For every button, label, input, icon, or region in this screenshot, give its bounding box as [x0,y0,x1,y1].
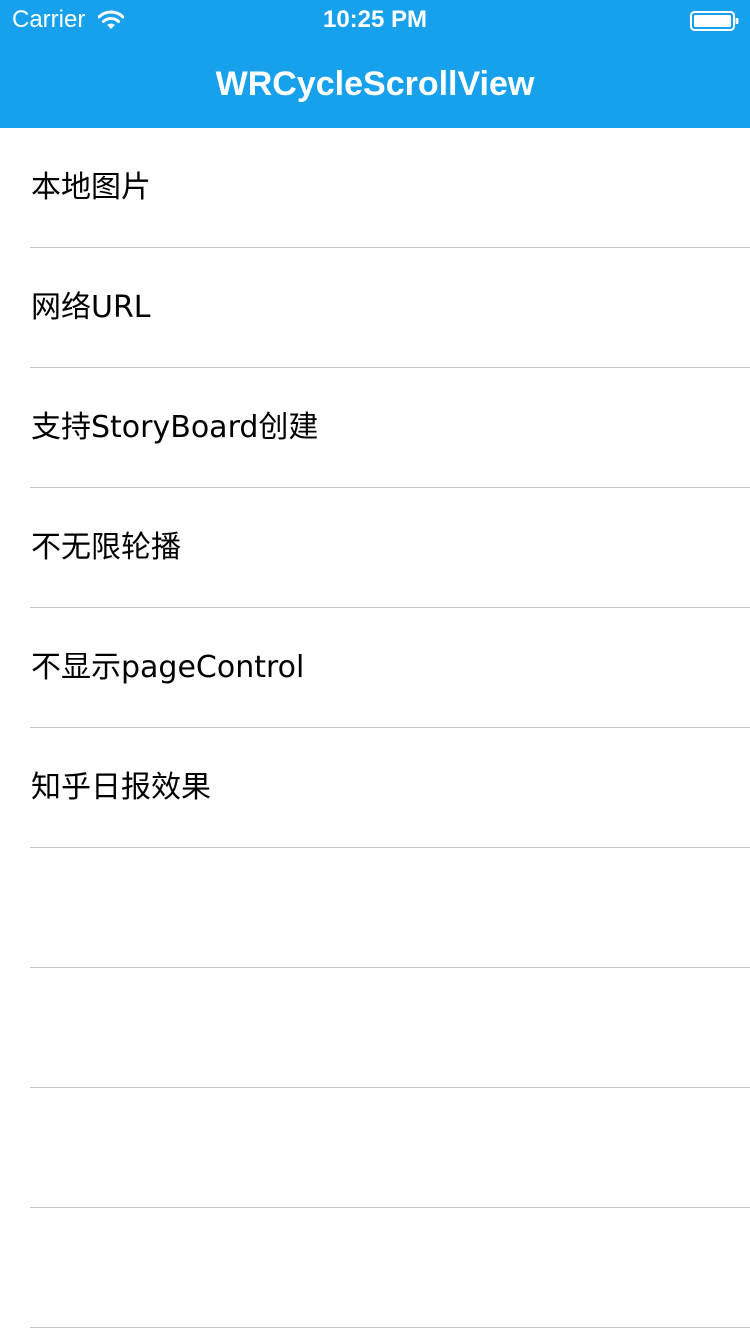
list-item-label: 不显示pageControl [31,650,305,685]
page-title: WRCycleScrollView [215,65,535,103]
list-item[interactable]: 不无限轮播 [0,488,750,608]
list-item-label: 知乎日报效果 [31,770,211,805]
list-item[interactable] [0,1088,750,1208]
list-item-label: 支持StoryBoard创建 [31,410,319,445]
list-item[interactable]: 不显示pageControl [0,608,750,728]
list-item[interactable] [0,848,750,968]
battery-icon [690,10,740,32]
list-item-label: 网络URL [31,290,151,325]
status-bar: Carrier 10:25 PM [0,0,750,40]
list-item[interactable]: 本地图片 [0,128,750,248]
app-screen: Carrier 10:25 PM WRCycleScrollView 本地图片 [0,0,750,1334]
menu-list: 本地图片 网络URL 支持StoryBoard创建 不无限轮播 不显示pageC… [0,128,750,1334]
status-time: 10:25 PM [322,6,428,33]
list-item[interactable]: 网络URL [0,248,750,368]
list-item[interactable] [0,1208,750,1328]
list-item[interactable] [0,968,750,1088]
list-item[interactable]: 知乎日报效果 [0,728,750,848]
list-item-label: 不无限轮播 [31,530,181,565]
navigation-bar: Carrier 10:25 PM WRCycleScrollView [0,0,750,128]
list-item[interactable]: 支持StoryBoard创建 [0,368,750,488]
list-item-label: 本地图片 [31,170,151,205]
